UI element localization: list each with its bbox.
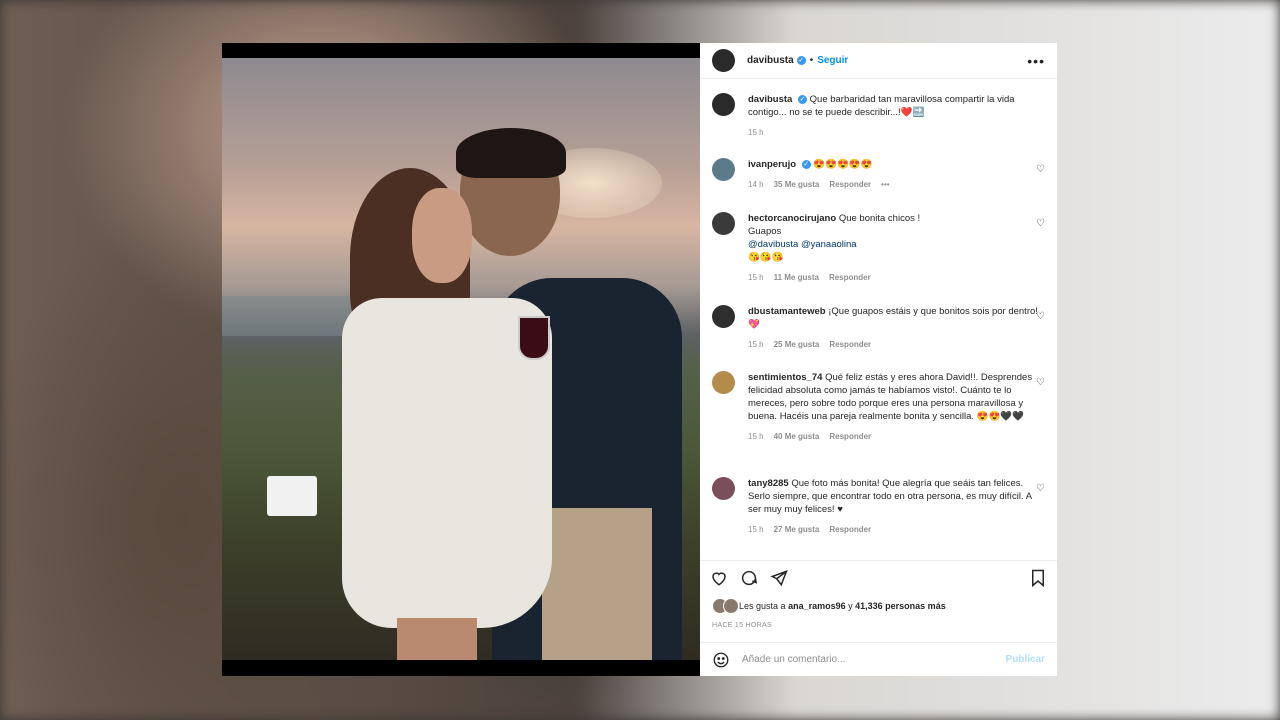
comment-time: 14 h bbox=[748, 180, 764, 189]
comment-author[interactable]: sentimientos_74 bbox=[748, 372, 822, 383]
post-header: davibusta ✓ • Seguir ••• bbox=[700, 43, 1057, 79]
caption: davibusta ✓ Que barbaridad tan maravillo… bbox=[712, 93, 1047, 139]
post-actions: Les gusta a ana_ramos96 y 41,336 persona… bbox=[700, 560, 1057, 633]
emoji-icon[interactable] bbox=[712, 651, 730, 669]
caption-time: 15 h bbox=[748, 128, 764, 137]
avatar[interactable] bbox=[712, 93, 735, 116]
comment-likes[interactable]: 11 Me gusta bbox=[774, 271, 819, 284]
comment-author[interactable]: hectorcanocirujano bbox=[748, 213, 836, 224]
likes-summary: Les gusta a ana_ramos96 y 41,336 persona… bbox=[700, 595, 1057, 617]
reply-button[interactable]: Responder bbox=[829, 271, 871, 284]
comment-likes[interactable]: 25 Me gusta bbox=[774, 338, 820, 351]
avatar[interactable] bbox=[712, 477, 735, 500]
comment-time: 15 h bbox=[748, 432, 764, 441]
mention-link[interactable]: @yanaaolina bbox=[801, 239, 857, 250]
comment-author[interactable]: dbustamanteweb bbox=[748, 306, 826, 317]
mention-link[interactable]: @davibusta bbox=[748, 239, 798, 250]
avatar[interactable] bbox=[712, 305, 735, 328]
post-timestamp: HACE 15 HORAS bbox=[712, 621, 772, 629]
comment-text: Que foto más bonita! Que alegría que seá… bbox=[748, 478, 1032, 515]
like-heart-icon[interactable] bbox=[710, 569, 728, 587]
comment: ivanperujo ✓ 😍😍😍😍😍 14 h 35 Me gusta Resp… bbox=[712, 158, 1047, 191]
comment-likes[interactable]: 35 Me gusta bbox=[774, 178, 820, 191]
comment-text: ¡Que guapos estáis y que bonitos sois po… bbox=[828, 306, 1038, 317]
comment: tany8285 Que foto más bonita! Que alegrí… bbox=[712, 477, 1047, 536]
comment-more-icon[interactable]: ••• bbox=[881, 178, 889, 191]
like-comment-icon[interactable]: ♡ bbox=[1036, 483, 1045, 494]
like-comment-icon[interactable]: ♡ bbox=[1036, 377, 1045, 388]
comments-list[interactable]: davibusta ✓ Que barbaridad tan maravillo… bbox=[700, 79, 1057, 559]
share-icon[interactable] bbox=[770, 569, 788, 587]
likes-count[interactable]: 41,336 personas más bbox=[855, 601, 946, 611]
like-comment-icon[interactable]: ♡ bbox=[1036, 164, 1045, 175]
caption-author[interactable]: davibusta bbox=[748, 94, 792, 105]
verified-icon: ✓ bbox=[796, 56, 806, 65]
comment-time: 15 h bbox=[748, 525, 764, 534]
liker-username[interactable]: ana_ramos96 bbox=[788, 601, 846, 611]
add-comment-bar: Publicar bbox=[700, 642, 1057, 676]
avatar[interactable] bbox=[712, 158, 735, 181]
comment: hectorcanocirujano Que bonita chicos ! G… bbox=[712, 212, 1047, 284]
publish-button[interactable]: Publicar bbox=[1006, 654, 1045, 665]
reply-button[interactable]: Responder bbox=[829, 338, 871, 351]
reply-button[interactable]: Responder bbox=[829, 430, 871, 443]
comment-text: Que bonita chicos ! bbox=[838, 213, 921, 224]
comment-text: 😍😍😍😍😍 bbox=[813, 159, 873, 170]
avatar[interactable] bbox=[712, 212, 735, 235]
comment-time: 15 h bbox=[748, 340, 764, 349]
verified-icon: ✓ bbox=[798, 94, 807, 104]
comment-time: 15 h bbox=[748, 273, 764, 282]
verified-icon: ✓ bbox=[801, 159, 811, 169]
post-author[interactable]: davibusta bbox=[747, 55, 794, 66]
follow-button[interactable]: Seguir bbox=[817, 55, 848, 66]
comment-icon[interactable] bbox=[740, 569, 758, 587]
like-comment-icon[interactable]: ♡ bbox=[1036, 218, 1045, 229]
liker-avatars bbox=[712, 598, 739, 614]
instagram-post: davibusta ✓ • Seguir ••• davibusta ✓ Que… bbox=[222, 43, 1057, 676]
comment: dbustamanteweb ¡Que guapos estáis y que … bbox=[712, 305, 1047, 351]
more-options-icon[interactable]: ••• bbox=[1027, 53, 1045, 69]
post-image bbox=[222, 58, 700, 660]
bookmark-icon[interactable] bbox=[1029, 569, 1047, 587]
comment-input[interactable] bbox=[740, 653, 1006, 666]
post-sidebar: davibusta ✓ • Seguir ••• davibusta ✓ Que… bbox=[700, 43, 1057, 676]
comment-likes[interactable]: 40 Me gusta bbox=[774, 430, 820, 443]
reply-button[interactable]: Responder bbox=[829, 523, 871, 536]
like-comment-icon[interactable]: ♡ bbox=[1036, 311, 1045, 322]
comment-author[interactable]: tany8285 bbox=[748, 478, 789, 489]
comment-author[interactable]: ivanperujo bbox=[748, 159, 796, 170]
reply-button[interactable]: Responder bbox=[829, 178, 871, 191]
comment: sentimientos_74 Qué feliz estás y eres a… bbox=[712, 371, 1047, 443]
avatar[interactable] bbox=[712, 371, 735, 394]
comment-likes[interactable]: 27 Me gusta bbox=[774, 523, 820, 536]
post-photo bbox=[222, 43, 700, 676]
avatar[interactable] bbox=[712, 49, 735, 72]
